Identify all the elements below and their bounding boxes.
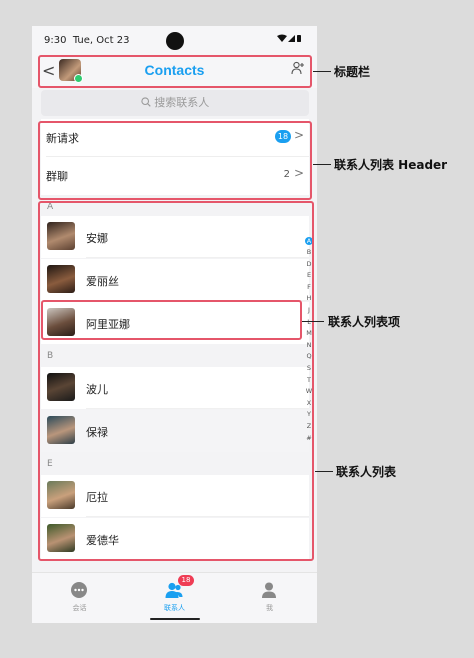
chat-icon <box>71 582 87 598</box>
tab-me[interactable]: 我 <box>222 573 317 623</box>
annotation-label: 联系人列表 <box>336 465 397 479</box>
annotation-label: 联系人列表项 <box>328 315 401 329</box>
tab-label: 我 <box>266 604 273 612</box>
status-bar: 9:30 Tue, Oct 23 <box>32 26 317 54</box>
annotation-label: 标题栏 <box>334 65 371 79</box>
wifi-signal-battery-icon <box>277 34 301 42</box>
status-time: 9:30 Tue, Oct 23 <box>44 35 129 46</box>
list-highlight-box <box>38 201 314 561</box>
annotation-pointer <box>302 321 324 322</box>
titlebar-highlight-box <box>38 55 312 88</box>
date-text: Tue, Oct 23 <box>72 35 130 46</box>
home-indicator <box>150 618 200 620</box>
time-text: 9:30 <box>44 35 67 46</box>
camera-cutout <box>166 32 184 50</box>
person-icon <box>262 582 276 598</box>
tab-label: 联系人 <box>164 604 185 612</box>
annotation-pointer <box>315 471 333 472</box>
tab-contacts[interactable]: 18 联系人 <box>127 573 222 623</box>
signal-battery-icons <box>277 34 303 46</box>
annotation-label: 联系人列表 Header <box>334 158 448 172</box>
search-input[interactable]: 搜索联系人 <box>41 90 309 116</box>
tab-badge: 18 <box>178 575 194 586</box>
tab-bar: 会话 18 联系人 我 <box>32 572 317 623</box>
search-placeholder: 搜索联系人 <box>154 96 210 109</box>
tab-chats[interactable]: 会话 <box>32 573 127 623</box>
annotation-pointer <box>313 164 331 165</box>
tab-label: 会话 <box>72 604 87 612</box>
search-icon <box>141 97 151 107</box>
annotation-pointer <box>313 71 331 72</box>
item-highlight-box <box>41 300 302 340</box>
header-highlight-box <box>38 121 312 200</box>
